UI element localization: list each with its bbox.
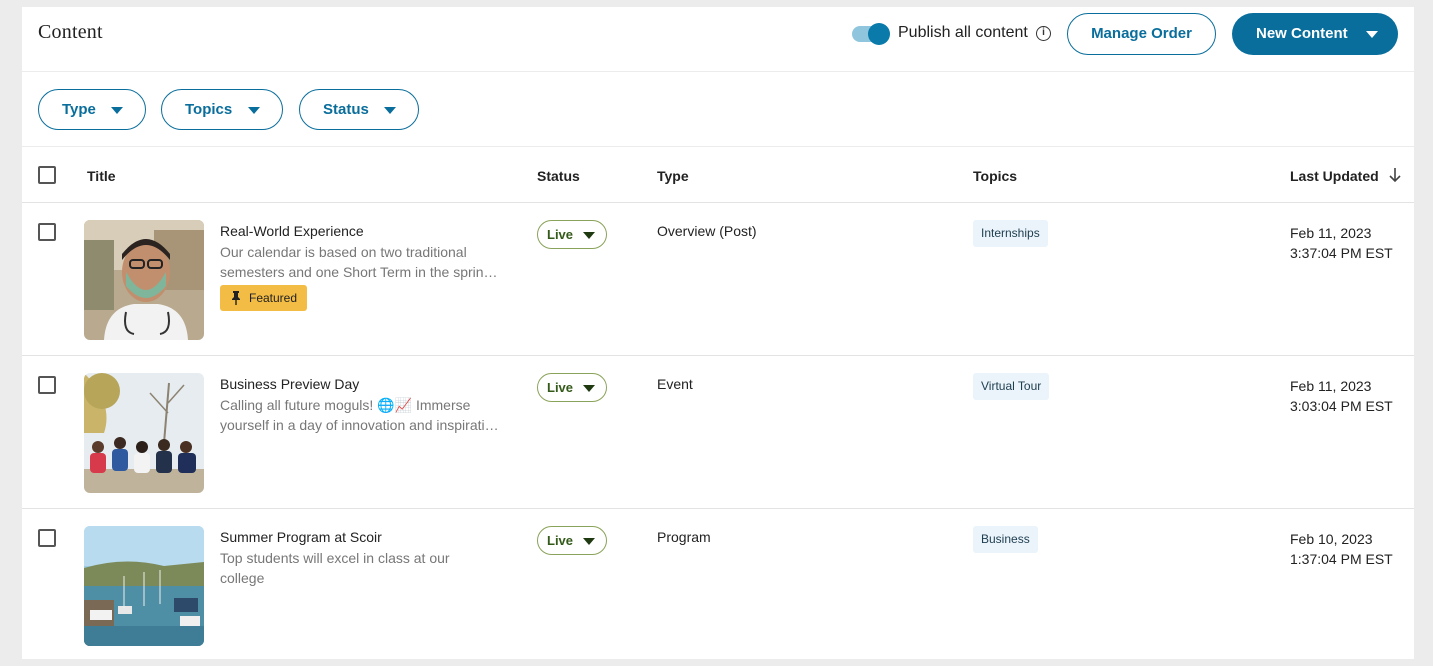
- row-description: Calling all future moguls! 🌐📈 Immerse yo…: [220, 397, 504, 433]
- featured-badge: Featured: [220, 285, 307, 311]
- column-status[interactable]: Status: [537, 168, 580, 184]
- manage-order-button[interactable]: Manage Order: [1067, 13, 1216, 55]
- filter-bar: Type Topics Status: [22, 72, 1414, 147]
- topics-filter-label: Topics: [185, 101, 233, 118]
- status-dropdown[interactable]: Live: [537, 373, 607, 402]
- chevron-down-icon: [384, 107, 396, 114]
- new-content-button[interactable]: New Content: [1232, 13, 1398, 55]
- row-title[interactable]: Real-World Experience: [220, 223, 364, 239]
- row-last-updated: Feb 11, 2023 3:37:04 PM EST: [1290, 225, 1393, 261]
- type-filter-label: Type: [62, 101, 96, 118]
- status-dropdown[interactable]: Live: [537, 220, 607, 249]
- table-row[interactable]: Business Preview Day Calling all future …: [22, 356, 1414, 509]
- row-checkbox[interactable]: [38, 529, 56, 547]
- status-filter-label: Status: [323, 101, 369, 118]
- chevron-down-icon: [583, 538, 595, 545]
- row-type: Overview (Post): [657, 223, 757, 239]
- column-last-updated[interactable]: Last Updated: [1290, 168, 1379, 184]
- page-title: Content: [38, 21, 103, 43]
- chevron-down-icon: [111, 107, 123, 114]
- row-checkbox[interactable]: [38, 223, 56, 241]
- chevron-down-icon: [583, 232, 595, 239]
- column-topics[interactable]: Topics: [973, 168, 1017, 184]
- table-row[interactable]: Summer Program at Scoir Top students wil…: [22, 509, 1414, 659]
- row-checkbox[interactable]: [38, 376, 56, 394]
- row-description: Our calendar is based on two traditional…: [220, 244, 504, 280]
- column-type[interactable]: Type: [657, 168, 689, 184]
- chevron-down-icon: [583, 385, 595, 392]
- topic-chip: Internships: [973, 220, 1048, 247]
- row-type: Program: [657, 529, 711, 545]
- topic-chip: Business: [973, 526, 1038, 553]
- toggle-knob: [868, 23, 890, 45]
- topic-chip: Virtual Tour: [973, 373, 1050, 400]
- select-all-checkbox[interactable]: [38, 166, 56, 184]
- row-description: Top students will excel in class at our …: [220, 550, 450, 586]
- status-dropdown[interactable]: Live: [537, 526, 607, 555]
- new-content-label: New Content: [1256, 25, 1348, 42]
- thumbnail-image: [84, 373, 204, 493]
- column-title[interactable]: Title: [87, 168, 116, 184]
- row-title[interactable]: Business Preview Day: [220, 376, 359, 392]
- topics-filter[interactable]: Topics: [161, 89, 283, 130]
- thumbnail-image: [84, 526, 204, 646]
- content-panel: Content Publish all content i Manage Ord…: [22, 7, 1414, 659]
- chevron-down-icon: [1366, 31, 1378, 38]
- publish-all-label: Publish all content: [898, 24, 1028, 41]
- type-filter[interactable]: Type: [38, 89, 146, 130]
- arrow-down-icon[interactable]: [1388, 166, 1402, 184]
- table-header: Title Status Type Topics Last Updated: [22, 147, 1414, 203]
- row-last-updated: Feb 11, 2023 3:03:04 PM EST: [1290, 378, 1393, 414]
- chevron-down-icon: [248, 107, 260, 114]
- thumbnail-image: [84, 220, 204, 340]
- status-filter[interactable]: Status: [299, 89, 419, 130]
- info-icon[interactable]: i: [1036, 26, 1051, 41]
- row-title[interactable]: Summer Program at Scoir: [220, 529, 382, 545]
- pin-icon: [232, 291, 240, 305]
- publish-all-toggle[interactable]: [852, 23, 890, 45]
- page-header: Content Publish all content i Manage Ord…: [22, 7, 1414, 72]
- row-type: Event: [657, 376, 693, 392]
- table-row[interactable]: Real-World Experience Our calendar is ba…: [22, 203, 1414, 356]
- row-last-updated: Feb 10, 2023 1:37:04 PM EST: [1290, 531, 1393, 567]
